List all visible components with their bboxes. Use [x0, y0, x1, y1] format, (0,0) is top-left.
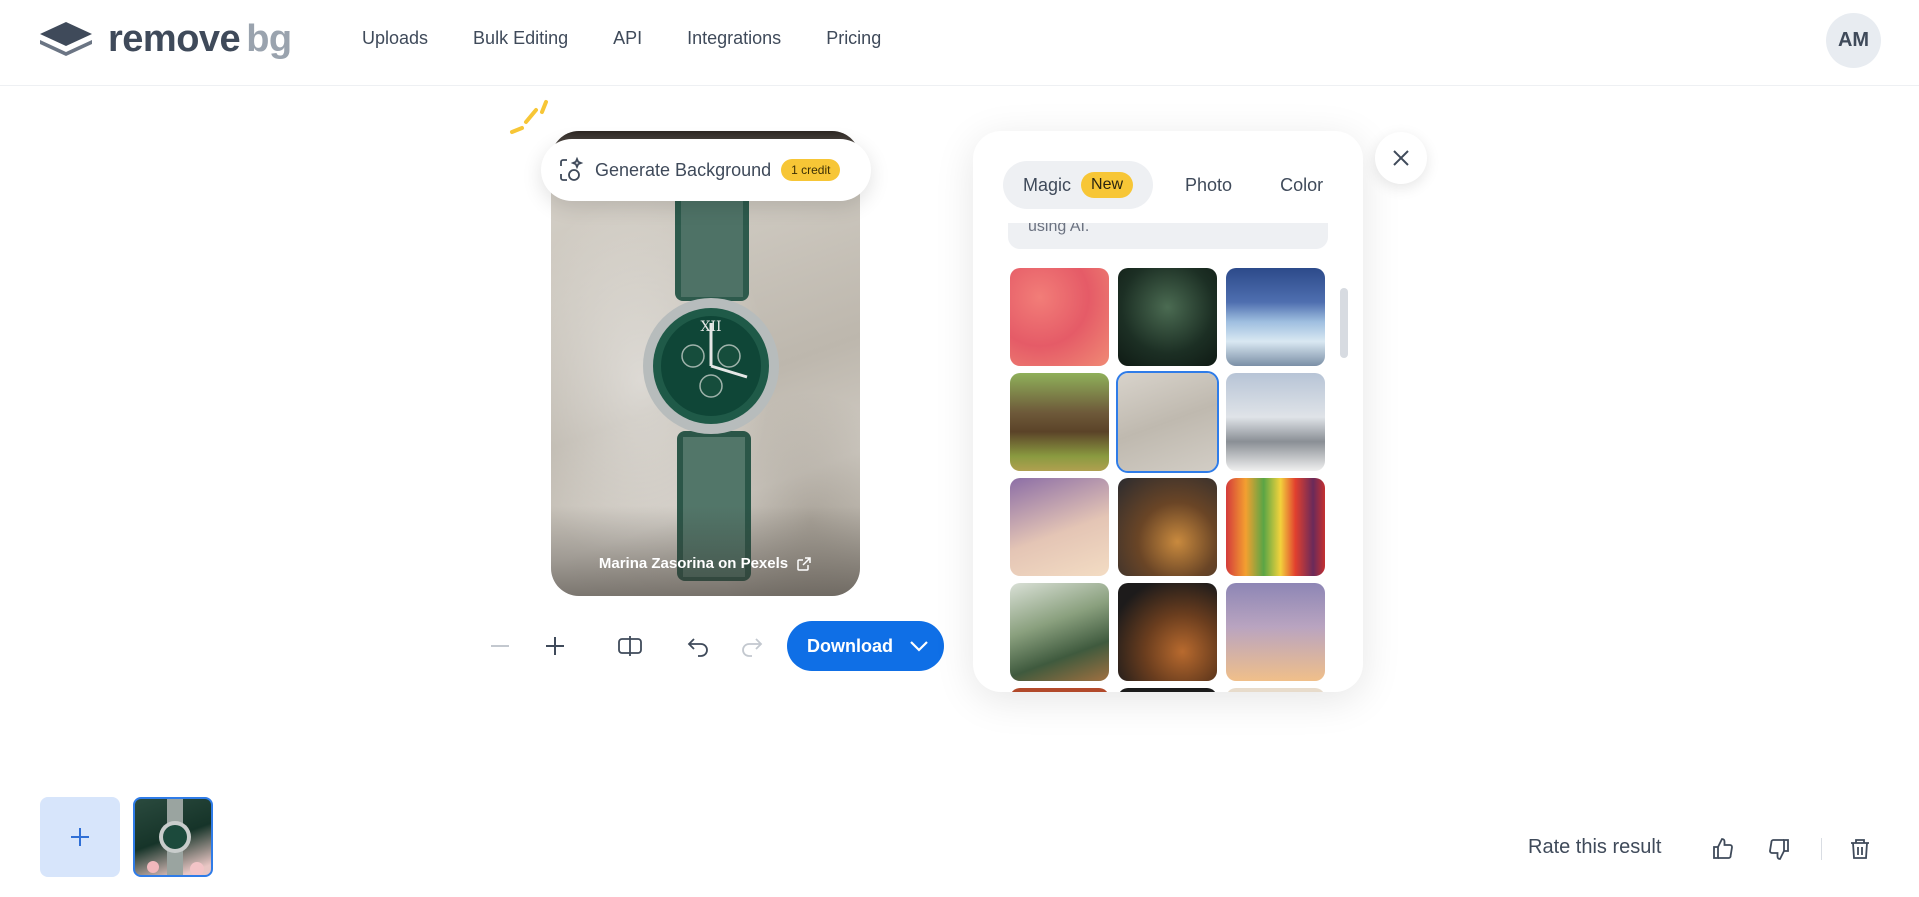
photo-credit-link[interactable]: Marina Zasorina on Pexels	[551, 555, 860, 572]
background-thumb[interactable]	[1118, 688, 1217, 692]
plus-icon	[71, 828, 89, 846]
thumbs-up-button[interactable]	[1703, 829, 1743, 869]
background-thumb-selected[interactable]	[1116, 371, 1219, 473]
background-thumb[interactable]	[1010, 478, 1109, 576]
editor-toolbar	[480, 620, 772, 672]
logo[interactable]: remove bg	[38, 18, 292, 61]
thumbs-down-button[interactable]	[1759, 829, 1799, 869]
background-thumb[interactable]	[1226, 373, 1325, 471]
credit-badge: 1 credit	[781, 159, 841, 181]
background-tabs: Magic New Photo Color	[1003, 161, 1343, 209]
zoom-out-button[interactable]	[480, 626, 520, 666]
zoom-in-button[interactable]	[535, 626, 575, 666]
tab-magic-label: Magic	[1023, 174, 1072, 195]
photo-credit-text: Marina Zasorina on Pexels	[598, 555, 789, 572]
new-badge: New	[1081, 172, 1134, 198]
tab-color[interactable]: Color	[1260, 161, 1343, 209]
nav-pricing[interactable]: Pricing	[826, 28, 881, 49]
add-image-button[interactable]	[40, 797, 120, 877]
nav-bulk-editing[interactable]: Bulk Editing	[473, 28, 568, 49]
trash-icon	[1851, 839, 1869, 859]
external-link-icon	[797, 556, 811, 571]
background-thumb[interactable]	[1226, 268, 1325, 366]
panel-scrollbar[interactable]	[1340, 288, 1348, 358]
background-thumb[interactable]	[1118, 478, 1217, 576]
magic-hint-text: using AI.	[1008, 223, 1328, 249]
nav-api[interactable]: API	[613, 28, 642, 49]
background-panel: Magic New Photo Color using AI.	[973, 131, 1363, 692]
logo-icon	[40, 21, 92, 56]
background-thumb[interactable]	[1118, 268, 1217, 366]
top-navigation-bar: remove bg Uploads Bulk Editing API Integr…	[0, 0, 1919, 86]
minus-icon	[491, 645, 509, 647]
background-thumb[interactable]	[1010, 268, 1109, 366]
undo-button[interactable]	[678, 626, 718, 666]
uploaded-image-thumb[interactable]	[133, 797, 213, 877]
plus-icon	[546, 637, 564, 655]
avatar[interactable]: AM	[1826, 13, 1881, 68]
watch-thumb-image	[147, 799, 204, 875]
redo-button[interactable]	[732, 626, 772, 666]
tab-magic[interactable]: Magic New	[1003, 161, 1154, 209]
chevron-down-icon	[910, 641, 928, 652]
background-grid	[1010, 268, 1330, 692]
logo-text: remove	[108, 18, 241, 60]
rate-result-label: Rate this result	[1528, 836, 1662, 858]
background-thumb[interactable]	[1118, 583, 1217, 681]
svg-text:XII: XII	[700, 319, 721, 335]
thumbs-down-icon	[1769, 839, 1789, 860]
redo-icon	[742, 638, 763, 657]
close-icon	[1393, 150, 1409, 166]
rating-controls	[1703, 829, 1880, 869]
background-thumb[interactable]	[1226, 583, 1325, 681]
logo-suffix: bg	[246, 18, 292, 60]
magic-image-icon	[560, 156, 584, 181]
divider	[1821, 838, 1822, 860]
nav-integrations[interactable]: Integrations	[687, 28, 781, 49]
compare-button[interactable]	[610, 626, 650, 666]
delete-button[interactable]	[1840, 829, 1880, 869]
download-button[interactable]: Download	[787, 621, 944, 671]
generate-background-label: Generate Background	[595, 159, 772, 180]
background-thumb[interactable]	[1010, 583, 1109, 681]
background-thumb[interactable]	[1226, 478, 1325, 576]
background-thumb[interactable]	[1010, 688, 1109, 692]
background-thumb[interactable]	[1010, 373, 1109, 471]
download-label: Download	[807, 635, 893, 656]
nav-uploads[interactable]: Uploads	[362, 28, 428, 49]
background-thumb[interactable]	[1226, 688, 1325, 692]
main-nav: Uploads Bulk Editing API Integrations Pr…	[362, 28, 926, 49]
compare-icon	[618, 636, 642, 656]
close-panel-button[interactable]	[1375, 132, 1427, 184]
tab-photo[interactable]: Photo	[1165, 161, 1252, 209]
generate-background-button[interactable]: Generate Background 1 credit	[541, 139, 871, 201]
thumbs-up-icon	[1713, 838, 1733, 859]
undo-icon	[687, 638, 708, 657]
